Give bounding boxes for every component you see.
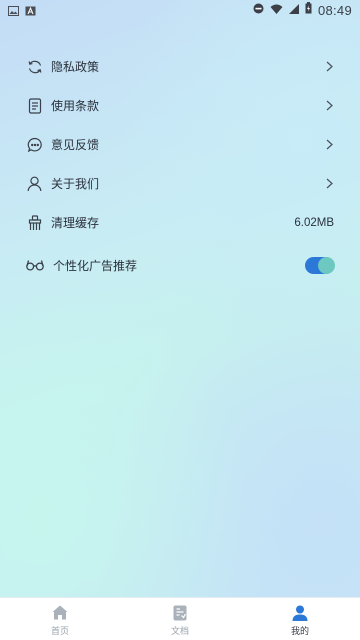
nav-item-mine[interactable]: 我的: [240, 598, 360, 640]
settings-item-label: 清理缓存: [51, 216, 100, 230]
settings-item-terms-of-use[interactable]: 使用条款: [0, 86, 360, 125]
chevron-right-icon: [324, 100, 334, 112]
settings-item-clear-cache[interactable]: 清理缓存 6.02MB: [0, 203, 360, 242]
settings-item-label: 个性化广告推荐: [53, 258, 138, 273]
status-time: 08:49: [317, 2, 352, 18]
status-left: [8, 5, 36, 16]
status-bar: 08:49: [0, 0, 360, 20]
chevron-right-icon: [324, 178, 334, 190]
profile-icon: [291, 604, 309, 622]
bottom-nav: 首页 文档 我的: [0, 597, 360, 640]
document-icon: [26, 97, 43, 114]
glasses-icon: [26, 257, 44, 274]
font-icon: [25, 5, 36, 16]
settings-item-label: 关于我们: [51, 177, 100, 191]
toggle-knob: [318, 256, 335, 274]
settings-item-label: 使用条款: [51, 99, 100, 113]
nav-label: 我的: [290, 626, 309, 637]
dnd-icon: [253, 3, 264, 18]
nav-item-home[interactable]: 首页: [0, 598, 120, 640]
settings-list: 隐私政策 使用条款 意见反馈 关于我们 清理缓存 6.02MB 个性化广告推荐: [0, 47, 360, 288]
document-nav-icon: [171, 604, 189, 622]
personalized-ads-toggle[interactable]: [305, 256, 335, 274]
wifi-icon: [270, 3, 283, 18]
settings-item-personalized-ads: 个性化广告推荐: [0, 242, 360, 288]
nav-label: 首页: [50, 626, 69, 637]
battery-icon: [305, 2, 312, 18]
cache-size-value: 6.02MB: [294, 216, 334, 229]
nav-item-documents[interactable]: 文档: [120, 598, 240, 640]
nav-label: 文档: [170, 626, 189, 637]
settings-item-label: 意见反馈: [51, 138, 100, 152]
settings-item-feedback[interactable]: 意见反馈: [0, 125, 360, 164]
clean-icon: [26, 214, 43, 231]
settings-item-about-us[interactable]: 关于我们: [0, 164, 360, 203]
image-icon: [8, 5, 19, 16]
chat-icon: [26, 136, 43, 153]
chevron-right-icon: [324, 61, 334, 73]
settings-item-privacy-policy[interactable]: 隐私政策: [0, 47, 360, 86]
signal-icon: [288, 3, 299, 18]
sync-icon: [26, 58, 43, 75]
chevron-right-icon: [324, 139, 334, 151]
status-right: 08:49: [253, 2, 352, 18]
settings-item-label: 隐私政策: [51, 60, 100, 74]
home-icon: [51, 604, 69, 622]
person-icon: [26, 175, 43, 192]
